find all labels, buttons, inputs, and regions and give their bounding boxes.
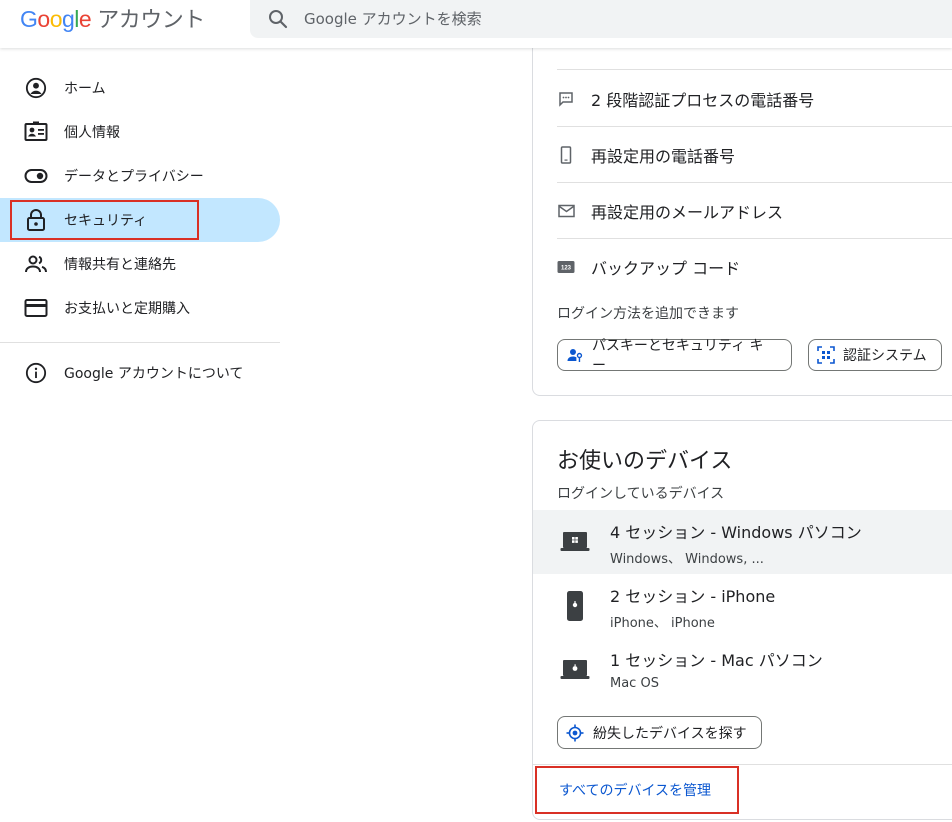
logo-letter: o <box>49 6 63 32</box>
sms-icon <box>557 90 575 108</box>
card-divider <box>533 764 952 765</box>
iphone-icon <box>559 590 591 622</box>
toggle-icon <box>24 164 48 188</box>
windows-laptop-icon <box>559 526 591 558</box>
search-bar[interactable] <box>250 0 952 38</box>
device-row-iphone[interactable]: 2 セッション - iPhone iPhone、 iPhone <box>533 574 952 638</box>
sidebar-divider <box>0 342 280 343</box>
person-card-icon <box>24 120 48 144</box>
sidebar-item-label: データとプライバシー <box>64 169 204 185</box>
product-name: アカウント <box>97 7 205 32</box>
signin-methods-card: 2 段階認証プロセスの電話番号 再設定用の電話番号 再設定用のメールアドレス 1… <box>532 30 952 396</box>
search-icon[interactable] <box>266 7 290 31</box>
device-detail: Mac OS <box>610 676 659 691</box>
sidebar-item-about[interactable]: Google アカウントについて <box>0 351 280 395</box>
sidebar-item-label: ホーム <box>64 81 106 97</box>
logo-letter: G <box>20 6 38 32</box>
device-name: 2 セッション - iPhone <box>610 587 776 606</box>
sidebar-item-sharing-contacts[interactable]: 情報共有と連絡先 <box>0 242 280 286</box>
signin-row-2sv-phone[interactable]: 2 段階認証プロセスの電話番号 <box>557 71 952 127</box>
selection-highlight-box <box>10 200 199 240</box>
logo-letter: g <box>61 6 75 32</box>
sidebar-item-label: 個人情報 <box>64 125 120 141</box>
mac-laptop-icon <box>559 654 591 686</box>
info-icon <box>24 361 48 385</box>
signin-row-backup-codes[interactable]: 123 バックアップ コード <box>557 239 952 295</box>
device-detail: Windows、 Windows, ... <box>610 552 764 567</box>
authenticator-qr-icon <box>817 346 835 364</box>
find-lost-device-button[interactable]: 紛失したデバイスを探す <box>557 716 762 749</box>
device-row-windows[interactable]: 4 セッション - Windows パソコン Windows、 Windows,… <box>533 510 952 574</box>
sidebar-item-security[interactable]: セキュリティ <box>0 198 280 242</box>
add-signin-method-label: ログイン方法を追加できます <box>557 306 739 322</box>
locate-icon <box>566 724 584 741</box>
signin-row-recovery-email[interactable]: 再設定用のメールアドレス <box>557 183 952 239</box>
sidebar-item-label: 情報共有と連絡先 <box>64 257 176 273</box>
signin-row-label: バックアップ コード <box>591 259 741 278</box>
authenticator-button[interactable]: 認証システム <box>808 339 942 371</box>
devices-title: お使いのデバイス <box>557 449 733 474</box>
mail-icon <box>557 202 575 220</box>
devices-subtitle: ログインしているデバイス <box>557 486 725 502</box>
manage-all-devices-link[interactable]: すべてのデバイスを管理 <box>535 766 739 814</box>
signin-row-label: 再設定用のメールアドレス <box>591 202 784 222</box>
sidebar-item-payments[interactable]: お支払いと定期購入 <box>0 286 280 330</box>
device-name: 4 セッション - Windows パソコン <box>610 523 862 542</box>
authenticator-button-label: 認証システム <box>843 348 927 364</box>
passkey-button[interactable]: パスキーとセキュリティ キー <box>557 338 792 374</box>
signin-row-label: 2 段階認証プロセスの電話番号 <box>591 90 815 110</box>
signin-row-label: 再設定用の電話番号 <box>591 146 736 166</box>
credit-card-icon <box>24 296 48 320</box>
logo-letter: e <box>78 6 92 32</box>
signin-row-recovery-phone[interactable]: 再設定用の電話番号 <box>557 127 952 183</box>
find-lost-device-label: 紛失したデバイスを探す <box>593 725 747 742</box>
sidebar-nav: ホーム 個人情報 データとプライバシー セキュリティ 情報共有と連絡先 お支払い… <box>0 66 280 395</box>
backup-code-icon: 123 <box>557 258 575 276</box>
devices-card: お使いのデバイス ログインしているデバイス 4 セッション - Windows … <box>532 420 952 820</box>
people-icon <box>24 252 48 276</box>
logo-letter: o <box>37 6 50 32</box>
svg-text:123: 123 <box>561 266 572 272</box>
phone-icon <box>557 145 575 164</box>
sidebar-item-personal-info[interactable]: 個人情報 <box>0 110 280 154</box>
device-detail: iPhone、 iPhone <box>610 616 715 631</box>
google-account-logo[interactable]: Google アカウント <box>20 2 205 34</box>
search-input[interactable] <box>304 10 804 28</box>
sidebar-item-label: お支払いと定期購入 <box>64 301 190 317</box>
manage-all-devices-label: すべてのデバイスを管理 <box>559 783 712 799</box>
sidebar-item-data-privacy[interactable]: データとプライバシー <box>0 154 280 198</box>
passkey-icon <box>567 349 583 362</box>
sidebar-item-label: Google アカウントについて <box>64 366 244 382</box>
top-bar: Google アカウント <box>0 0 952 48</box>
device-row-mac[interactable]: 1 セッション - Mac パソコン Mac OS <box>533 638 952 702</box>
sidebar-item-home[interactable]: ホーム <box>0 66 280 110</box>
home-icon <box>24 76 48 100</box>
passkey-button-label: パスキーとセキュリティ キー <box>591 338 764 374</box>
device-name: 1 セッション - Mac パソコン <box>610 651 823 670</box>
